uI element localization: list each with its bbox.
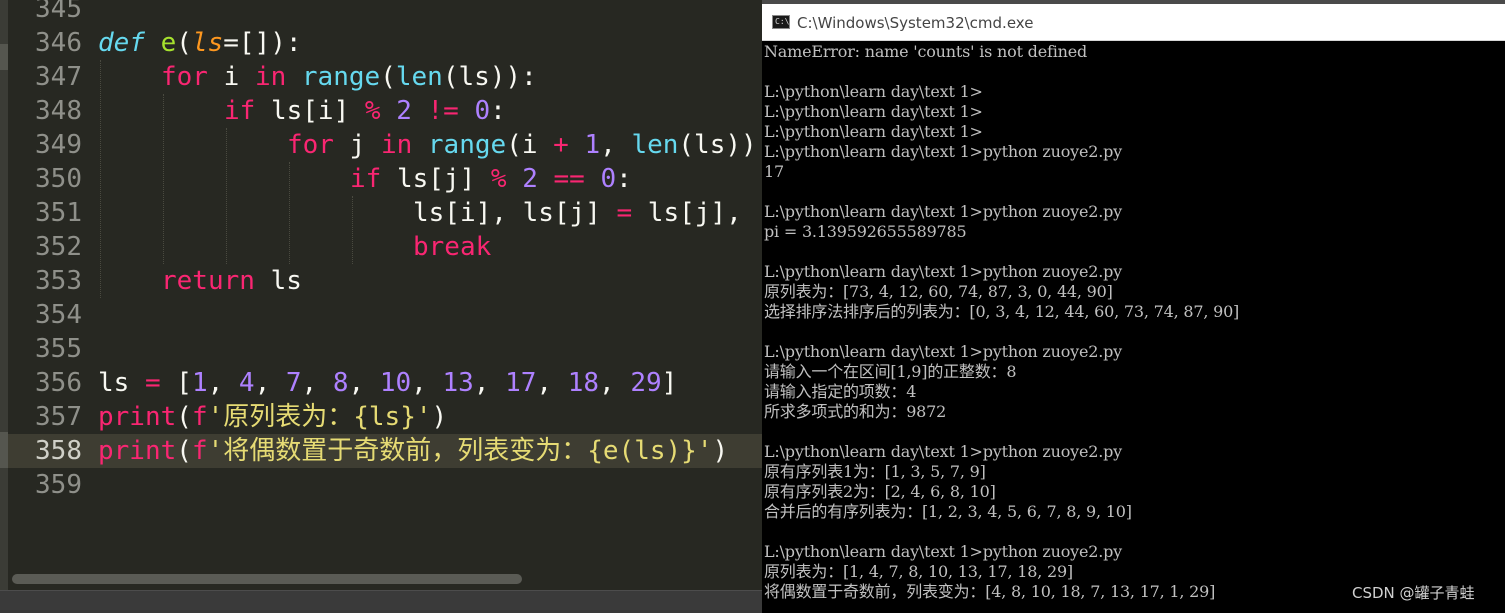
code-line: ls = [1, 4, 7, 8, 10, 13, 17, 18, 29] xyxy=(98,368,678,398)
line-number: 347 xyxy=(35,62,82,92)
indent-guide xyxy=(289,162,290,264)
window-titlebar[interactable]: C:\ C:\Windows\System32\cmd.exe xyxy=(762,4,1505,41)
line-number: 345 xyxy=(35,0,82,24)
console-line: L:\python\learn day\text 1>python zuoye2… xyxy=(764,542,1123,561)
csdn-watermark: CSDN @罐子青蛙 xyxy=(1352,584,1475,602)
line-number: 353 xyxy=(35,266,82,296)
scrollbar-thumb[interactable] xyxy=(12,574,522,584)
indent-guide xyxy=(226,128,227,264)
line-number: 352 xyxy=(35,232,82,262)
line-number: 350 xyxy=(35,164,82,194)
line-number: 355 xyxy=(35,334,82,364)
horizontal-scrollbar[interactable] xyxy=(8,569,762,589)
console-output[interactable]: NameError: name 'counts' is not defined … xyxy=(764,42,1504,602)
line-number: 354 xyxy=(35,300,82,330)
console-line: pi = 3.139592655589785 xyxy=(764,222,967,241)
console-line: 原列表为：[1, 4, 7, 8, 10, 13, 17, 18, 29] xyxy=(764,562,1073,581)
console-line: 请输入一个在区间[1,9]的正整数：8 xyxy=(764,362,1017,381)
indent-guide xyxy=(352,196,353,264)
console-line: L:\python\learn day\text 1> xyxy=(764,82,983,101)
console-line: L:\python\learn day\text 1> xyxy=(764,102,983,121)
line-number: 357 xyxy=(35,402,82,432)
indent-guide xyxy=(163,94,164,264)
console-line: 请输入指定的项数：4 xyxy=(764,382,917,401)
line-number: 359 xyxy=(35,470,82,500)
line-number: 346 xyxy=(35,28,82,58)
status-bar xyxy=(0,590,762,613)
console-line: L:\python\learn day\text 1>python zuoye2… xyxy=(764,202,1123,221)
console-line: 所求多项式的和为：9872 xyxy=(764,402,947,421)
code-line: break xyxy=(413,232,492,262)
code-line: for j in range(i + 1, len(ls)) xyxy=(287,130,757,160)
code-line: if ls[j] % 2 == 0: xyxy=(350,164,632,194)
code-line: return ls xyxy=(161,266,302,296)
minimap-mark xyxy=(0,432,8,468)
console-line: L:\python\learn day\text 1>python zuoye2… xyxy=(764,142,1123,161)
line-number: 348 xyxy=(35,96,82,126)
console-line: 原有序列表2为：[2, 4, 6, 8, 10] xyxy=(764,482,996,501)
console-line: L:\python\learn day\text 1> xyxy=(764,122,983,141)
window-title: C:\Windows\System32\cmd.exe xyxy=(797,14,1034,32)
line-number: 356 xyxy=(35,368,82,398)
console-line: NameError: name 'counts' is not defined xyxy=(764,42,1088,61)
console-line: L:\python\learn day\text 1>python zuoye2… xyxy=(764,342,1123,361)
code-line: if ls[i] % 2 != 0: xyxy=(224,96,506,126)
console-line: 原列表为：[73, 4, 12, 60, 74, 87, 3, 0, 44, 9… xyxy=(764,282,1113,301)
code-line: def e(ls=[]): xyxy=(98,28,302,58)
console-line: 17 xyxy=(764,162,784,181)
code-line: ls[i], ls[j] = ls[j], xyxy=(413,198,742,228)
console-line: 原有序列表1为：[1, 3, 5, 7, 9] xyxy=(764,462,986,481)
console-line: L:\python\learn day\text 1>python zuoye2… xyxy=(764,442,1123,461)
minimap-mark xyxy=(0,44,8,70)
console-line: L:\python\learn day\text 1>python zuoye2… xyxy=(764,262,1123,281)
line-number-current: 358 xyxy=(35,436,82,466)
code-editor[interactable]: 345 346 347 348 349 350 351 352 353 354 … xyxy=(0,0,762,613)
indent-guide xyxy=(100,60,101,298)
cmd-window-icon: C:\ xyxy=(772,15,790,29)
line-number: 349 xyxy=(35,130,82,160)
line-number: 351 xyxy=(35,198,82,228)
code-line: print(f'原列表为：{ls}') xyxy=(98,402,448,432)
code-line: for i in range(len(ls)): xyxy=(161,62,537,92)
cmd-window[interactable]: C:\ C:\Windows\System32\cmd.exe NameErro… xyxy=(762,0,1505,613)
console-line: 合并后的有序列表为：[1, 2, 3, 4, 5, 6, 7, 8, 9, 10… xyxy=(764,502,1132,521)
console-line: 选择排序法排序后的列表为：[0, 3, 4, 12, 44, 60, 73, 7… xyxy=(764,302,1240,321)
editor-minimap-strip xyxy=(0,0,8,590)
code-line-current: print(f'将偶数置于奇数前，列表变为：{e(ls)}') xyxy=(98,436,729,466)
